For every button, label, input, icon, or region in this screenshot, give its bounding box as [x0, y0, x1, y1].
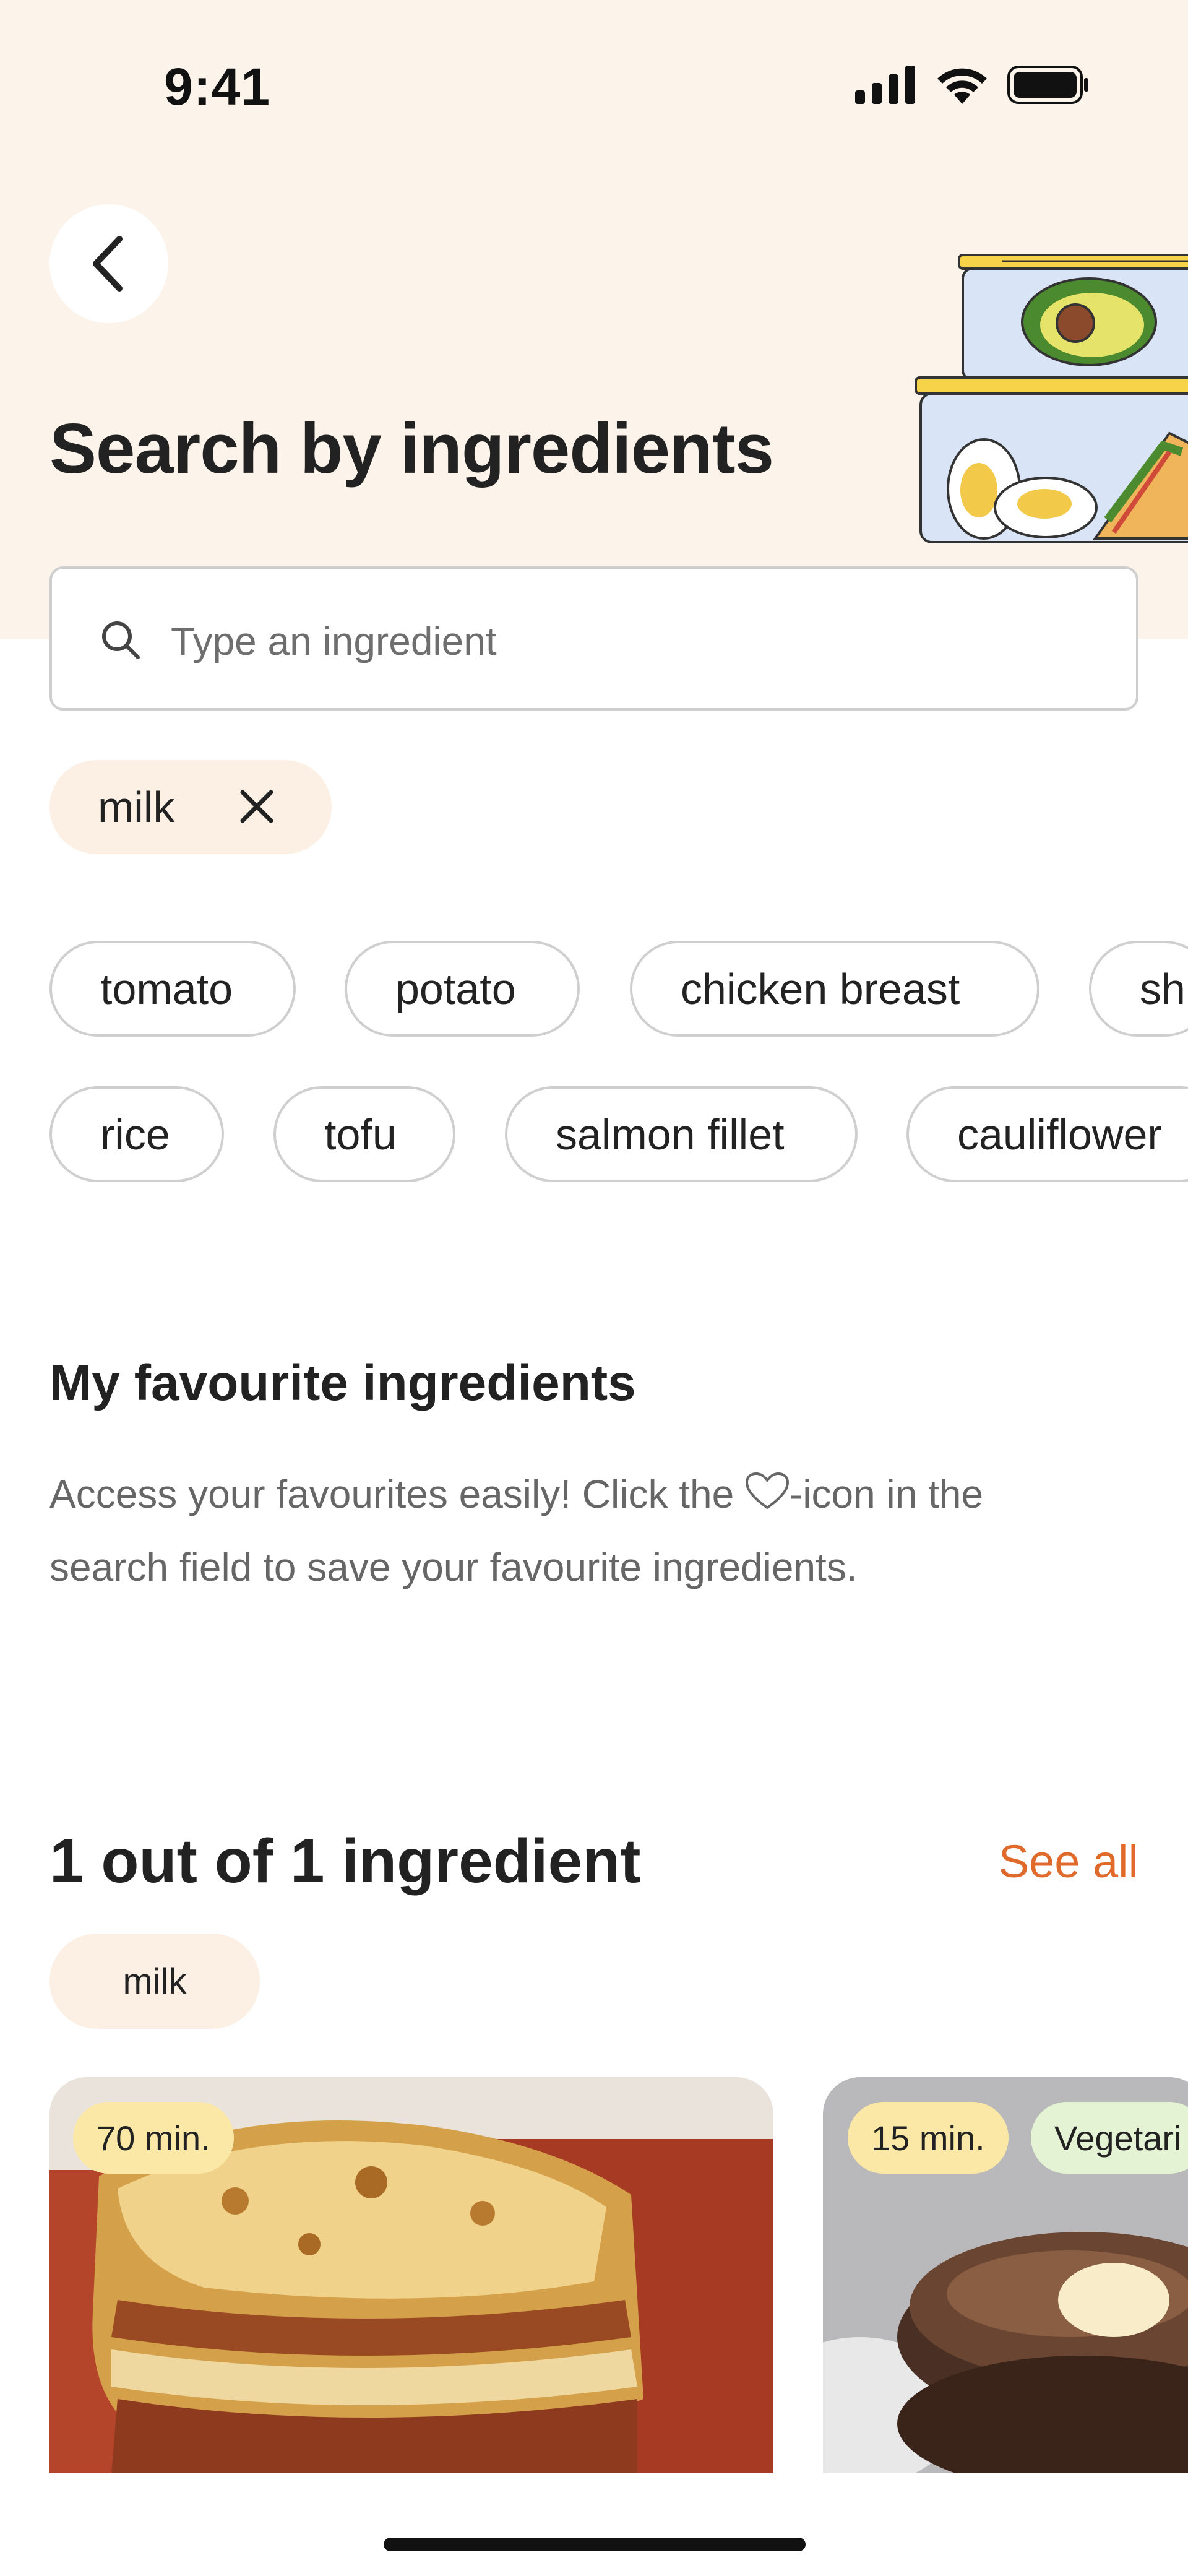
- page-title: Search by ingredients: [50, 410, 774, 488]
- suggestion-chip-tomato[interactable]: tomato: [50, 941, 296, 1037]
- suggestion-chip-potato[interactable]: potato: [345, 941, 580, 1037]
- lunchbox-illustration: [915, 254, 1188, 543]
- favourites-desc-start: Access your favourites easily! Click the: [50, 1472, 745, 1516]
- wifi-icon: [937, 68, 987, 104]
- heart-icon: [745, 1472, 789, 1509]
- result-ingredient-chip: milk: [50, 1934, 260, 2029]
- suggestion-chip-salmon-fillet[interactable]: salmon fillet: [505, 1086, 858, 1182]
- favourites-title: My favourite ingredients: [50, 1355, 636, 1411]
- back-button[interactable]: [50, 204, 168, 323]
- selected-ingredient-chip[interactable]: milk: [50, 760, 332, 854]
- diet-badge: Vegetari: [1031, 2102, 1188, 2174]
- status-time: 9:41: [164, 58, 271, 116]
- suggestion-chip-rice[interactable]: rice: [50, 1086, 224, 1182]
- home-indicator: [384, 2538, 806, 2551]
- see-all-link[interactable]: See all: [999, 1835, 1138, 1888]
- results-title: 1 out of 1 ingredient: [50, 1826, 641, 1896]
- status-icons: [855, 66, 1089, 104]
- search-placeholder: Type an ingredient: [171, 619, 497, 663]
- recipe-card[interactable]: 70 min.: [50, 2077, 773, 2473]
- favourites-description: Access your favourites easily! Click the…: [50, 1458, 1089, 1604]
- search-icon: [102, 621, 140, 659]
- recipe-card[interactable]: 15 min. Vegetari: [823, 2077, 1188, 2473]
- cook-time-badge: 15 min.: [848, 2102, 1009, 2174]
- cellular-signal-icon: [855, 66, 915, 104]
- search-input[interactable]: Type an ingredient: [50, 566, 1138, 711]
- battery-icon: [1007, 66, 1088, 104]
- cook-time-badge: 70 min.: [73, 2102, 234, 2174]
- suggestion-chip-chicken-breast[interactable]: chicken breast: [630, 941, 1040, 1037]
- suggestion-chip-cauliflower[interactable]: cauliflower: [906, 1086, 1188, 1182]
- app-screen: 9:41 Search by ingredients Type an ingre…: [0, 0, 1188, 2576]
- suggestion-chip-truncated[interactable]: sh: [1089, 941, 1188, 1037]
- suggestion-chip-tofu[interactable]: tofu: [273, 1086, 455, 1182]
- selected-ingredient-label: milk: [98, 783, 175, 831]
- chevron-left-icon: [93, 236, 123, 292]
- close-icon[interactable]: [236, 786, 277, 827]
